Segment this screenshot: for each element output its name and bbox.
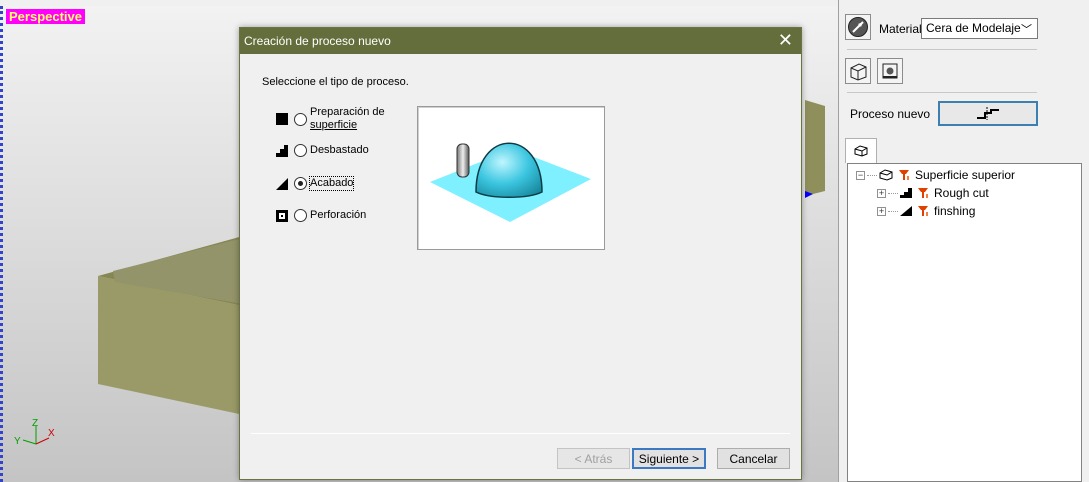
steps-icon xyxy=(900,188,912,198)
tool-holder-icon[interactable] xyxy=(877,58,903,84)
axis-y-label: Y xyxy=(14,436,21,447)
tree-item-root[interactable]: − Superficie superior xyxy=(856,167,1015,183)
option-label: Perforación xyxy=(310,209,367,221)
cancel-button[interactable]: Cancelar xyxy=(717,448,790,469)
cutter-icon xyxy=(918,206,928,216)
radio-preparacion[interactable] xyxy=(294,112,307,126)
back-button[interactable]: < Atrás xyxy=(557,448,630,469)
option-label-line2: superficie xyxy=(310,119,358,131)
dialog-titlebar[interactable]: Creación de proceso nuevo xyxy=(240,28,801,54)
slope-icon xyxy=(276,177,288,190)
collapse-icon[interactable]: − xyxy=(856,170,865,180)
option-acabado[interactable]: Acabado xyxy=(276,176,355,191)
process-panel: Material Cera de Modelaje ﹀ Proceso nuev… xyxy=(838,0,1089,482)
axis-x-label: X xyxy=(48,428,55,439)
material-select[interactable]: Cera de Modelaje ﹀ xyxy=(921,18,1038,39)
stock-box-icon xyxy=(854,145,868,157)
radio-desbastado[interactable] xyxy=(294,144,307,157)
option-label: Desbastado xyxy=(310,144,369,156)
tree-child-label: Rough cut xyxy=(934,186,989,200)
new-process-button[interactable] xyxy=(938,101,1038,126)
divider xyxy=(847,49,1037,50)
expand-icon[interactable]: + xyxy=(877,206,886,216)
stock-right-part xyxy=(805,100,825,196)
material-label: Material xyxy=(879,22,922,36)
close-icon[interactable]: ✕ xyxy=(778,31,793,49)
option-label: Preparación de superficie xyxy=(310,106,385,132)
cutter-icon xyxy=(918,188,928,198)
dialog-prompt: Seleccione el tipo de proceso. xyxy=(262,76,409,88)
divider xyxy=(847,92,1037,93)
divider xyxy=(251,433,790,434)
chevron-down-icon: ﹀ xyxy=(1021,24,1032,36)
option-desbastado[interactable]: Desbastado xyxy=(276,144,369,157)
stock-box-icon xyxy=(879,169,893,181)
new-process-dialog: Creación de proceso nuevo ✕ Seleccione e… xyxy=(239,27,802,480)
new-process-icon xyxy=(977,106,999,120)
tree-item-rough-cut[interactable]: + Rough cut xyxy=(877,185,989,201)
slope-icon xyxy=(900,206,912,216)
radio-acabado[interactable] xyxy=(294,177,307,190)
material-select-value: Cera de Modelaje xyxy=(926,21,1021,35)
option-label: Acabado xyxy=(308,176,355,191)
steps-icon xyxy=(276,144,288,157)
process-preview-image xyxy=(417,106,605,250)
expand-icon[interactable]: + xyxy=(877,188,886,198)
tree-child-label: finshing xyxy=(934,204,976,218)
option-perforacion[interactable]: Perforación xyxy=(276,209,366,222)
tab-process-tree[interactable] xyxy=(845,138,877,163)
tree-item-finishing[interactable]: + finshing xyxy=(877,203,975,219)
option-preparacion-superficie[interactable]: Preparación de superficie xyxy=(276,106,385,132)
square-icon xyxy=(276,113,288,125)
proceso-nuevo-label: Proceso nuevo xyxy=(850,107,931,121)
compass-icon[interactable] xyxy=(845,14,871,40)
dialog-title: Creación de proceso nuevo xyxy=(244,34,391,48)
process-tree[interactable]: − Superficie superior + Rough cut + fins… xyxy=(847,163,1082,482)
tree-root-label: Superficie superior xyxy=(915,168,1016,182)
next-button[interactable]: Siguiente > xyxy=(632,448,706,469)
box-view-icon[interactable] xyxy=(845,58,871,84)
option-label-line1: Preparación de xyxy=(310,106,385,118)
axis-z-label: Z xyxy=(32,418,38,429)
radio-perforacion[interactable] xyxy=(294,209,307,222)
cutter-icon xyxy=(899,170,909,180)
drill-hole-icon xyxy=(276,209,288,222)
viewport-label: Perspective xyxy=(6,9,85,24)
axis-triad-icon: Z Y X xyxy=(14,418,55,447)
